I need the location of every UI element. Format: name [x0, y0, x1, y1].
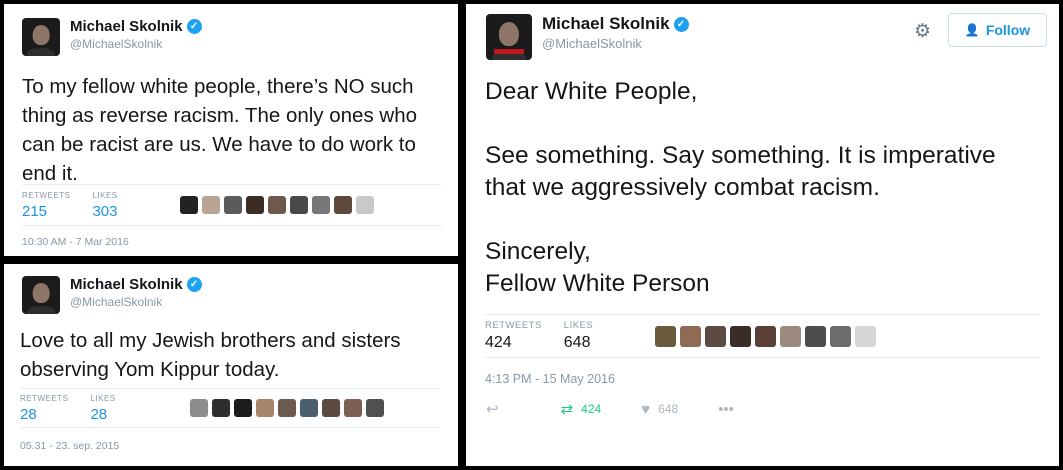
likes-value: 648: [563, 334, 591, 351]
liker-avatar[interactable]: [267, 196, 286, 214]
liker-avatar[interactable]: [255, 399, 274, 417]
like-action-count: 648: [658, 402, 679, 416]
heart-icon: ♥: [641, 400, 651, 418]
liker-avatar[interactable]: [289, 196, 308, 214]
liker-avatar[interactable]: [830, 325, 852, 347]
liker-avatar[interactable]: [343, 399, 362, 417]
liker-avatar[interactable]: [233, 399, 252, 417]
avatar[interactable]: [22, 18, 60, 56]
liker-avatar[interactable]: [245, 196, 264, 214]
reply-button[interactable]: ↩: [486, 400, 507, 418]
liker-avatar[interactable]: [179, 196, 198, 214]
liker-avatar[interactable]: [855, 325, 877, 347]
retweets-value: 28: [20, 405, 37, 423]
retweets-label: RETWEETS: [485, 320, 542, 331]
retweet-count[interactable]: RETWEETS 28: [20, 394, 68, 423]
tweet-card-yom-kippur: Michael Skolnik ✓ @MichaelSkolnik Love t…: [4, 264, 458, 466]
reply-icon: ↩: [486, 401, 499, 418]
retweet-button[interactable]: ⇄ 424: [561, 400, 602, 418]
retweets-label: RETWEETS: [22, 190, 71, 200]
like-count[interactable]: LIKES 648: [564, 320, 593, 352]
tweet-timestamp[interactable]: 4:13 PM - 15 May 2016: [485, 372, 615, 386]
retweet-count[interactable]: RETWEETS 215: [22, 191, 70, 220]
like-count[interactable]: LIKES 303: [92, 191, 117, 220]
add-user-icon: 👤: [964, 23, 980, 37]
author-info: Michael Skolnik ✓ @MichaelSkolnik: [542, 14, 689, 51]
liker-avatar[interactable]: [201, 196, 220, 214]
author-handle[interactable]: @MichaelSkolnik: [542, 36, 689, 51]
liker-avatar[interactable]: [211, 399, 230, 417]
retweets-value: 424: [485, 334, 512, 351]
liker-avatar[interactable]: [311, 196, 330, 214]
follow-label: Follow: [985, 22, 1031, 38]
likes-label: LIKES: [563, 320, 594, 331]
liker-avatar[interactable]: [655, 325, 677, 347]
verified-badge-icon: ✓: [673, 16, 689, 32]
liker-avatars: [179, 196, 378, 214]
author-info: Michael Skolnik ✓ @MichaelSkolnik: [70, 18, 202, 51]
liker-avatar[interactable]: [223, 196, 242, 214]
follow-button[interactable]: 👤 Follow: [948, 13, 1047, 47]
liker-avatar[interactable]: [780, 325, 802, 347]
tweet-timestamp[interactable]: 10:30 AM - 7 Mar 2016: [22, 236, 129, 248]
like-count[interactable]: LIKES 28: [90, 394, 115, 423]
tweet-text: Love to all my Jewish brothers and siste…: [20, 329, 401, 381]
liker-avatar[interactable]: [805, 325, 827, 347]
likes-value: 28: [90, 405, 108, 423]
liker-avatar[interactable]: [299, 399, 318, 417]
tweet-header: Michael Skolnik ✓ @MichaelSkolnik: [22, 18, 202, 56]
gear-icon[interactable]: ⚙: [914, 20, 931, 43]
verified-badge-icon: ✓: [186, 19, 202, 34]
like-button[interactable]: ♥ 648: [641, 401, 678, 418]
tweet-header: Michael Skolnik ✓ @MichaelSkolnik: [486, 14, 689, 60]
author-name[interactable]: Michael Skolnik: [70, 18, 183, 35]
author-info: Michael Skolnik ✓ @MichaelSkolnik: [70, 276, 202, 309]
tweet-text: Dear White People, See something. Say so…: [485, 78, 996, 297]
liker-avatar[interactable]: [755, 325, 777, 347]
likes-label: LIKES: [92, 190, 118, 200]
tweet-card-dear-white-people: Michael Skolnik ✓ @MichaelSkolnik ⚙ 👤 Fo…: [466, 4, 1059, 466]
liker-avatar[interactable]: [321, 399, 340, 417]
tweet-actions: ↩ ⇄ 424 ♥ 648 •••: [486, 400, 782, 419]
more-icon: •••: [718, 400, 734, 418]
avatar[interactable]: [22, 276, 60, 314]
retweet-count[interactable]: RETWEETS 424: [485, 320, 542, 352]
liker-avatars: [655, 325, 880, 347]
tweet-stats: RETWEETS 28 LIKES 28: [20, 388, 440, 428]
author-handle[interactable]: @MichaelSkolnik: [70, 37, 202, 51]
likes-label: LIKES: [90, 393, 116, 403]
liker-avatar[interactable]: [705, 325, 727, 347]
tweet-card-reverse-racism: Michael Skolnik ✓ @MichaelSkolnik To my …: [4, 4, 458, 256]
verified-badge-icon: ✓: [186, 277, 202, 292]
tweet-stats: RETWEETS 215 LIKES 303: [22, 184, 442, 226]
liker-avatars: [189, 399, 388, 417]
likes-value: 303: [92, 202, 118, 220]
liker-avatar[interactable]: [277, 399, 296, 417]
retweets-value: 215: [22, 202, 48, 220]
author-name[interactable]: Michael Skolnik: [70, 276, 183, 293]
liker-avatar[interactable]: [189, 399, 208, 417]
tweet-stats: RETWEETS 424 LIKES 648: [485, 314, 1040, 358]
avatar[interactable]: [486, 14, 532, 60]
tweet-text: To my fellow white people, there’s NO su…: [22, 75, 418, 185]
author-name[interactable]: Michael Skolnik: [542, 14, 670, 34]
tweet-timestamp[interactable]: 05.31 - 23. sep. 2015: [20, 440, 119, 452]
more-button[interactable]: •••: [718, 401, 742, 418]
liker-avatar[interactable]: [333, 196, 352, 214]
liker-avatar[interactable]: [730, 325, 752, 347]
liker-avatar[interactable]: [680, 325, 702, 347]
tweet-header: Michael Skolnik ✓ @MichaelSkolnik: [22, 276, 202, 314]
liker-avatar[interactable]: [365, 399, 384, 417]
liker-avatar[interactable]: [355, 196, 374, 214]
retweets-label: RETWEETS: [20, 393, 69, 403]
author-handle[interactable]: @MichaelSkolnik: [70, 295, 202, 309]
retweet-icon: ⇄: [560, 401, 574, 418]
retweet-action-count: 424: [581, 402, 602, 416]
